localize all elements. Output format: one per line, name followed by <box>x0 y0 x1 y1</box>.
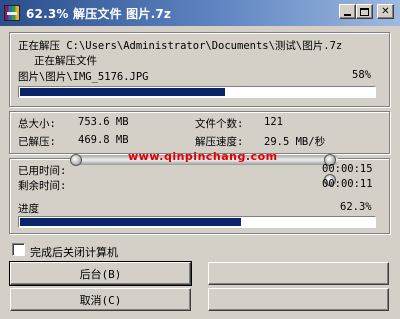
overall-progress-label: 进度 <box>18 203 39 215</box>
shutdown-checkbox[interactable] <box>12 243 25 256</box>
background-button[interactable]: 后台(B) <box>9 261 192 286</box>
window-title: 62.3% 解压文件 图片.7z <box>26 7 172 21</box>
file-count-value: 121 <box>264 116 283 128</box>
minimize-icon <box>344 13 351 16</box>
file-count-label: 文件个数: <box>195 118 244 130</box>
overall-progress-percent: 62.3% <box>340 201 372 213</box>
file-progress-fill <box>20 88 225 96</box>
shutdown-label[interactable]: 完成后关闭计算机 <box>30 244 118 260</box>
remaining-time-label: 剩余时间: <box>18 180 67 192</box>
maximize-button[interactable] <box>356 4 373 19</box>
total-size-label: 总大小: <box>18 118 56 130</box>
watermark-text: www.qinpinchang.com <box>128 150 278 163</box>
current-file: 图片\图片\IMG_5176.JPG <box>18 71 149 83</box>
speed-label: 解压速度: <box>195 136 244 148</box>
remaining-time-value: 00:00:11 <box>322 178 373 190</box>
extracted-label: 已解压: <box>18 136 56 148</box>
title-bar[interactable]: 62.3% 解压文件 图片.7z ✕ <box>0 0 400 26</box>
pause-button[interactable] <box>208 262 389 285</box>
file-percent: 58% <box>352 69 371 81</box>
extract-status: 正在解压文件 <box>34 55 97 67</box>
cancel-button[interactable]: 取消(C) <box>10 288 191 311</box>
watermark-knob-left <box>70 154 82 166</box>
close-icon: ✕ <box>381 5 390 17</box>
winrar-icon <box>4 5 20 21</box>
total-size-value: 753.6 MB <box>78 116 129 128</box>
overall-progress-fill <box>20 218 241 226</box>
speed-value: 29.5 MB/秒 <box>264 136 326 148</box>
elapsed-time-value: 00:00:15 <box>322 163 373 175</box>
maximize-icon <box>360 7 369 16</box>
file-progress-bar <box>18 86 376 98</box>
extracted-value: 469.8 MB <box>78 134 129 146</box>
elapsed-time-label: 已用时间: <box>18 165 67 177</box>
mode-button[interactable] <box>208 288 389 311</box>
close-button[interactable]: ✕ <box>377 4 394 19</box>
extract-destination: 正在解压 C:\Users\Administrator\Documents\测试… <box>18 40 343 52</box>
minimize-button[interactable] <box>339 4 356 19</box>
overall-progress-bar <box>18 216 376 228</box>
